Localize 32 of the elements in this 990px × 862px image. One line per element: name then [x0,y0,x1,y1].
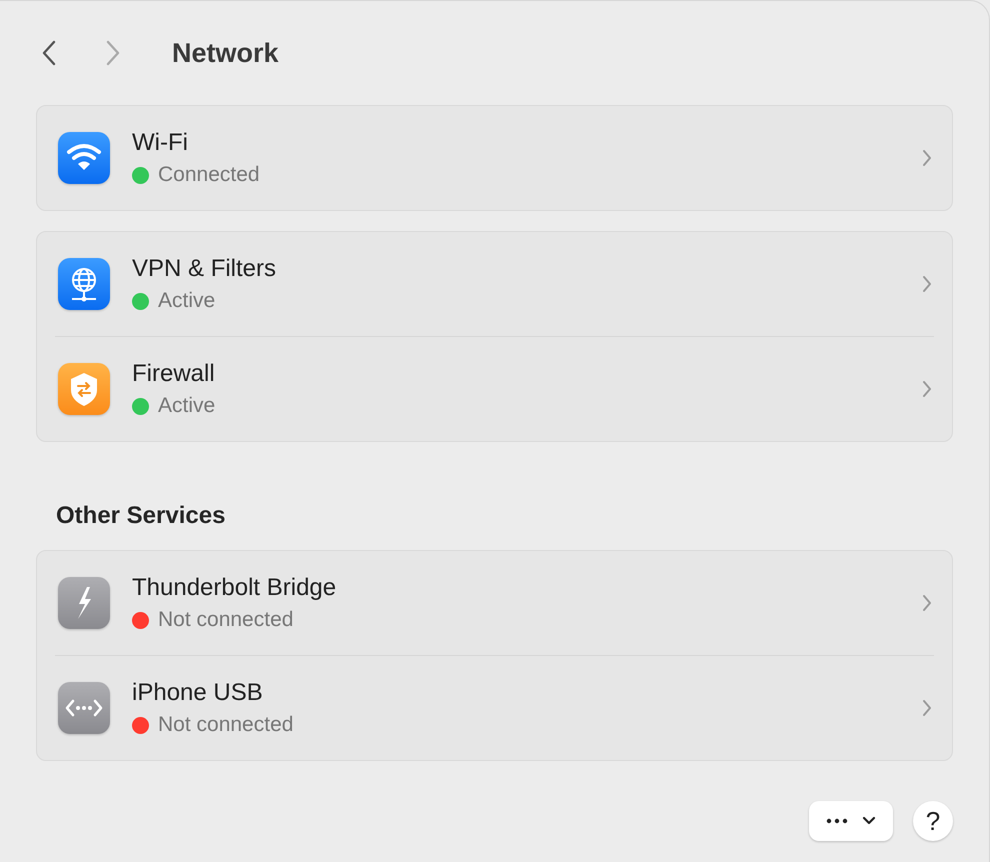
service-name: iPhone USB [132,679,264,707]
network-service-row[interactable]: VPN & Filters Active [55,232,934,336]
service-name: VPN & Filters [132,255,278,283]
chevron-icon [922,699,932,717]
network-service-row[interactable]: iPhone USB Not connected [55,655,934,760]
chevron-icon [922,380,932,398]
caret-icon [862,816,876,826]
status-text: Not connected [158,713,294,737]
lightning-icon [58,577,110,629]
status-text: Not connected [158,608,294,632]
forward-chevron-icon [106,40,120,66]
window-title: Network [172,38,279,68]
network-service-row[interactable]: Firewall Active [55,336,934,441]
service-name: Wi-Fi [132,129,189,157]
network-service-row[interactable]: Thunderbolt Bridge Not connected [55,551,934,655]
status-text: Active [158,289,216,313]
globe-icon [58,258,110,310]
chevron-icon [922,275,932,293]
more-menu-button[interactable] [809,801,893,841]
section-heading: Other Services [56,502,226,530]
help-button[interactable]: ? [913,801,953,841]
wifi-icon [58,132,110,184]
ethernet-icon [58,682,110,734]
shield-icon [58,363,110,415]
back-chevron-icon [42,40,56,66]
chevron-icon [922,594,932,612]
chevron-icon [922,149,932,167]
status-text: Active [158,394,216,418]
service-name: Firewall [132,360,216,388]
status-text: Connected [158,163,260,187]
network-service-row[interactable]: Wi-Fi Connected [55,106,934,210]
service-name: Thunderbolt Bridge [132,574,338,602]
